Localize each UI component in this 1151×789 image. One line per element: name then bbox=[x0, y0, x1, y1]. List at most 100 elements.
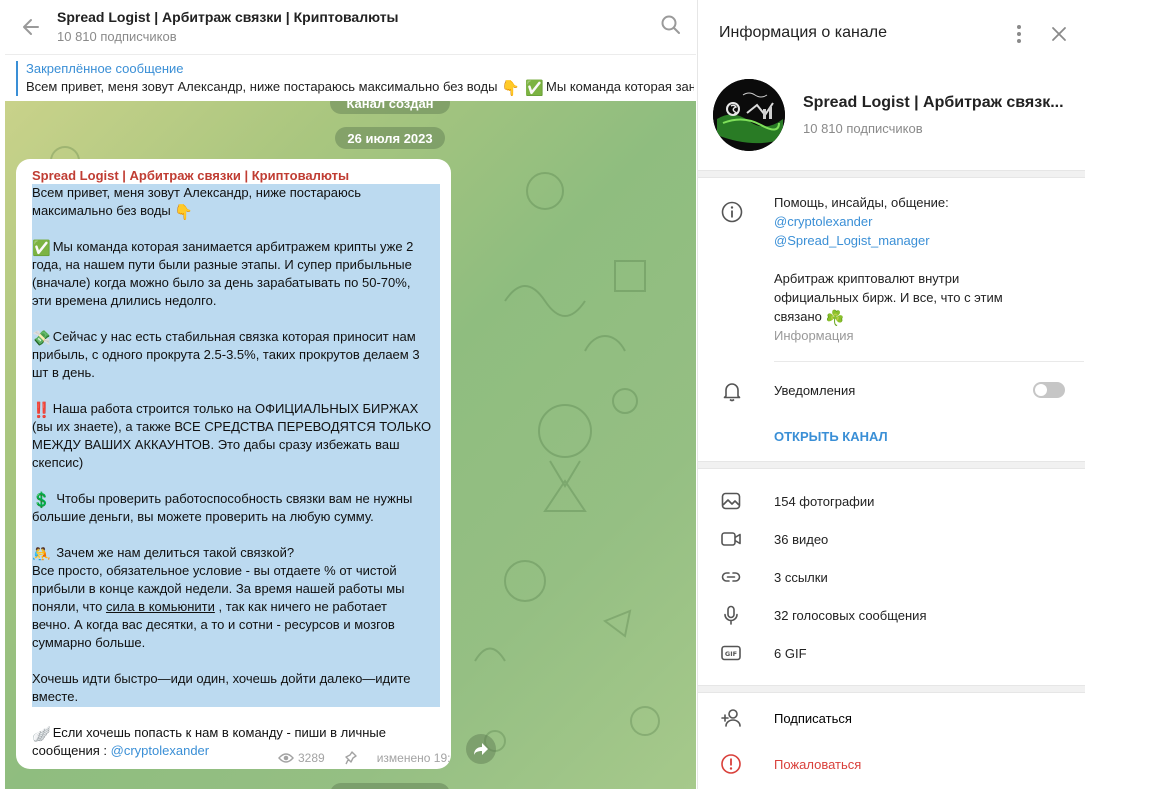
back-button[interactable] bbox=[18, 14, 44, 40]
link-icon bbox=[721, 572, 741, 582]
message-line: скепсис) bbox=[32, 455, 84, 470]
message-line-text: Зачем же нам делиться такой связкой? bbox=[56, 545, 295, 560]
message-line: ‼️ Наша работа строится только на ОФИЦИАЛ… bbox=[32, 400, 440, 418]
section-divider bbox=[698, 461, 1086, 469]
chat-panel: Spread Logist | Арбитраж связки | Крипто… bbox=[0, 0, 697, 789]
chat-header: Spread Logist | Арбитраж связки | Крипто… bbox=[0, 0, 697, 54]
photo-icon bbox=[721, 492, 741, 510]
pinned-text-before: Всем привет, меня зовут Александр, ниже … bbox=[26, 79, 502, 94]
svg-text:GIF: GIF bbox=[725, 650, 737, 658]
alert-icon bbox=[721, 754, 741, 774]
message-line: ✅ Мы команда которая занимается арбитраже… bbox=[32, 238, 440, 256]
wing-emoji: 🪽 bbox=[32, 726, 51, 743]
message-text[interactable]: Всем привет, меня зовут Александр, ниже … bbox=[32, 184, 440, 706]
media-row-photos[interactable]: 154 фотографии bbox=[698, 483, 1086, 521]
report-button[interactable]: Пожаловаться bbox=[698, 745, 1086, 785]
message-line: Всем привет, меня зовут Александр, ниже … bbox=[32, 185, 362, 200]
close-icon bbox=[1052, 27, 1066, 41]
section-divider bbox=[698, 685, 1086, 693]
search-button[interactable] bbox=[660, 14, 684, 38]
view-count: 3289 bbox=[298, 751, 325, 765]
pinned-message-bar[interactable]: Закреплённое сообщение Всем привет, меня… bbox=[5, 54, 696, 101]
row-divider bbox=[774, 361, 1084, 362]
message-line-text: максимально без воды bbox=[32, 203, 171, 218]
info-icon-wrapper bbox=[720, 200, 744, 224]
message-line: 🪽 Если хочешь попасть к нам в команду - п… bbox=[32, 724, 440, 742]
info-icon bbox=[721, 201, 743, 223]
pinned-preview: Всем привет, меня зовут Александр, ниже … bbox=[26, 79, 694, 96]
media-label: 36 видео bbox=[774, 532, 829, 547]
chat-title[interactable]: Spread Logist | Арбитраж связки | Крипто… bbox=[57, 9, 399, 25]
message-line-text: Чтобы проверить работоспособность связки… bbox=[56, 491, 413, 506]
description-line-text: связано bbox=[774, 309, 822, 324]
mention-spread-logist-manager[interactable]: @Spread_Logist_manager bbox=[774, 231, 1034, 250]
message-line-text: поняли, что bbox=[32, 599, 106, 614]
media-label: 3 ссылки bbox=[774, 570, 828, 585]
notifications-label: Уведомления bbox=[774, 383, 856, 398]
bell-icon-wrapper bbox=[720, 379, 744, 403]
description-line: официальных бирж. И все, что с этим bbox=[774, 290, 1003, 305]
message-line: поняли, что сила в комьюнити , так как н… bbox=[32, 598, 440, 616]
message-line: Хочешь идти быстро—иди один, хочешь дойт… bbox=[32, 671, 411, 686]
share-arrow-icon bbox=[474, 743, 488, 755]
notifications-toggle[interactable] bbox=[1033, 382, 1065, 398]
message-line: 🤼 Зачем же нам делиться такой связкой? bbox=[32, 544, 440, 562]
message-line-text: , так как ничего не работает bbox=[214, 599, 387, 614]
channel-description[interactable]: Помощь, инсайды, общение: @cryptolexande… bbox=[774, 193, 1034, 326]
media-row-videos[interactable]: 36 видео bbox=[698, 521, 1086, 559]
pinned-text-after: Мы команда которая занимается арбитражем… bbox=[546, 79, 694, 94]
message-line: МЕЖДУ ВАШИХ АККАУНТОВ. Это дабы сразу из… bbox=[32, 437, 400, 452]
mention-cryptolexander[interactable]: @cryptolexander bbox=[774, 212, 1034, 231]
description-line: Арбитраж криптовалют внутри bbox=[774, 271, 960, 286]
community-link[interactable]: сила в комьюнити bbox=[106, 599, 215, 614]
message-bubble[interactable]: Spread Logist | Арбитраж связки | Крипто… bbox=[16, 159, 451, 769]
edited-timestamp: изменено 19:11 bbox=[376, 751, 451, 765]
pin-icon bbox=[345, 751, 357, 765]
add-user-icon bbox=[721, 709, 741, 727]
more-vertical-icon bbox=[1017, 25, 1021, 43]
media-row-gif[interactable]: GIF 6 GIF bbox=[698, 635, 1086, 673]
media-label: 32 голосовых сообщения bbox=[774, 608, 927, 623]
subscribe-button[interactable]: Подписаться bbox=[698, 699, 1086, 739]
chat-subscriber-count: 10 810 подписчиков bbox=[57, 29, 177, 44]
date-separator-bottom bbox=[330, 783, 450, 789]
channel-logo-icon bbox=[713, 79, 785, 151]
message-line-text: Если хочешь попасть к нам в команду - пи… bbox=[52, 725, 386, 740]
close-button[interactable] bbox=[1048, 23, 1070, 45]
message-meta: 3289 изменено 19:11 bbox=[278, 751, 451, 765]
message-line: эти времена длились недолго. bbox=[32, 293, 217, 308]
message-line: вместе. bbox=[32, 689, 79, 704]
window-margin bbox=[1085, 0, 1151, 789]
subscribe-label: Подписаться bbox=[774, 711, 852, 726]
message-line: прибыли в конце каждой недели. За время … bbox=[32, 581, 405, 596]
description-label: Информация bbox=[774, 328, 854, 343]
message-line: прибыль, с одного прокрута 2.5-3.5%, так… bbox=[32, 347, 420, 362]
message-line-text: Сейчас у нас есть стабильная связка кото… bbox=[52, 329, 416, 344]
section-divider bbox=[698, 170, 1086, 178]
chat-background: Канал создан 26 июля 2023 Spread Logist … bbox=[5, 101, 696, 789]
channel-avatar[interactable] bbox=[713, 79, 785, 151]
message-sender[interactable]: Spread Logist | Арбитраж связки | Крипто… bbox=[32, 168, 349, 183]
message-line: (вы их знаете), а также ВСЕ СРЕДСТВА ПЕР… bbox=[32, 419, 432, 434]
media-row-voice[interactable]: 32 голосовых сообщения bbox=[698, 597, 1086, 635]
open-channel-button[interactable]: ОТКРЫТЬ КАНАЛ bbox=[774, 429, 888, 444]
forward-button[interactable] bbox=[466, 734, 496, 764]
message-line: года, на нашем пути были разные этапы. И… bbox=[32, 257, 412, 272]
more-options-button[interactable] bbox=[1008, 22, 1030, 46]
message-line: вечно. А когда вас десятки, а то и сотни… bbox=[32, 617, 395, 632]
media-label: 154 фотографии bbox=[774, 494, 875, 509]
search-icon bbox=[661, 15, 680, 34]
mention-link[interactable]: @cryptolexander bbox=[111, 743, 209, 758]
message-line: 💸 Сейчас у нас есть стабильная связка кот… bbox=[32, 328, 440, 346]
channel-name: Spread Logist | Арбитраж связк... bbox=[803, 94, 1064, 111]
microphone-icon bbox=[724, 605, 738, 625]
pinned-title: Закреплённое сообщение bbox=[26, 61, 184, 76]
message-line: максимально без воды 👇 bbox=[32, 202, 440, 220]
message-line: суммарно больше. bbox=[32, 635, 146, 650]
media-row-links[interactable]: 3 ссылки bbox=[698, 559, 1086, 597]
message-line: (вначале) когда можно было за день зараб… bbox=[32, 275, 411, 290]
wrestlers-emoji: 🤼 bbox=[32, 546, 51, 563]
money-flying-emoji: 💸 bbox=[32, 330, 51, 347]
message-line-text: сообщения : bbox=[32, 743, 111, 758]
date-separator: 26 июля 2023 bbox=[335, 127, 445, 149]
